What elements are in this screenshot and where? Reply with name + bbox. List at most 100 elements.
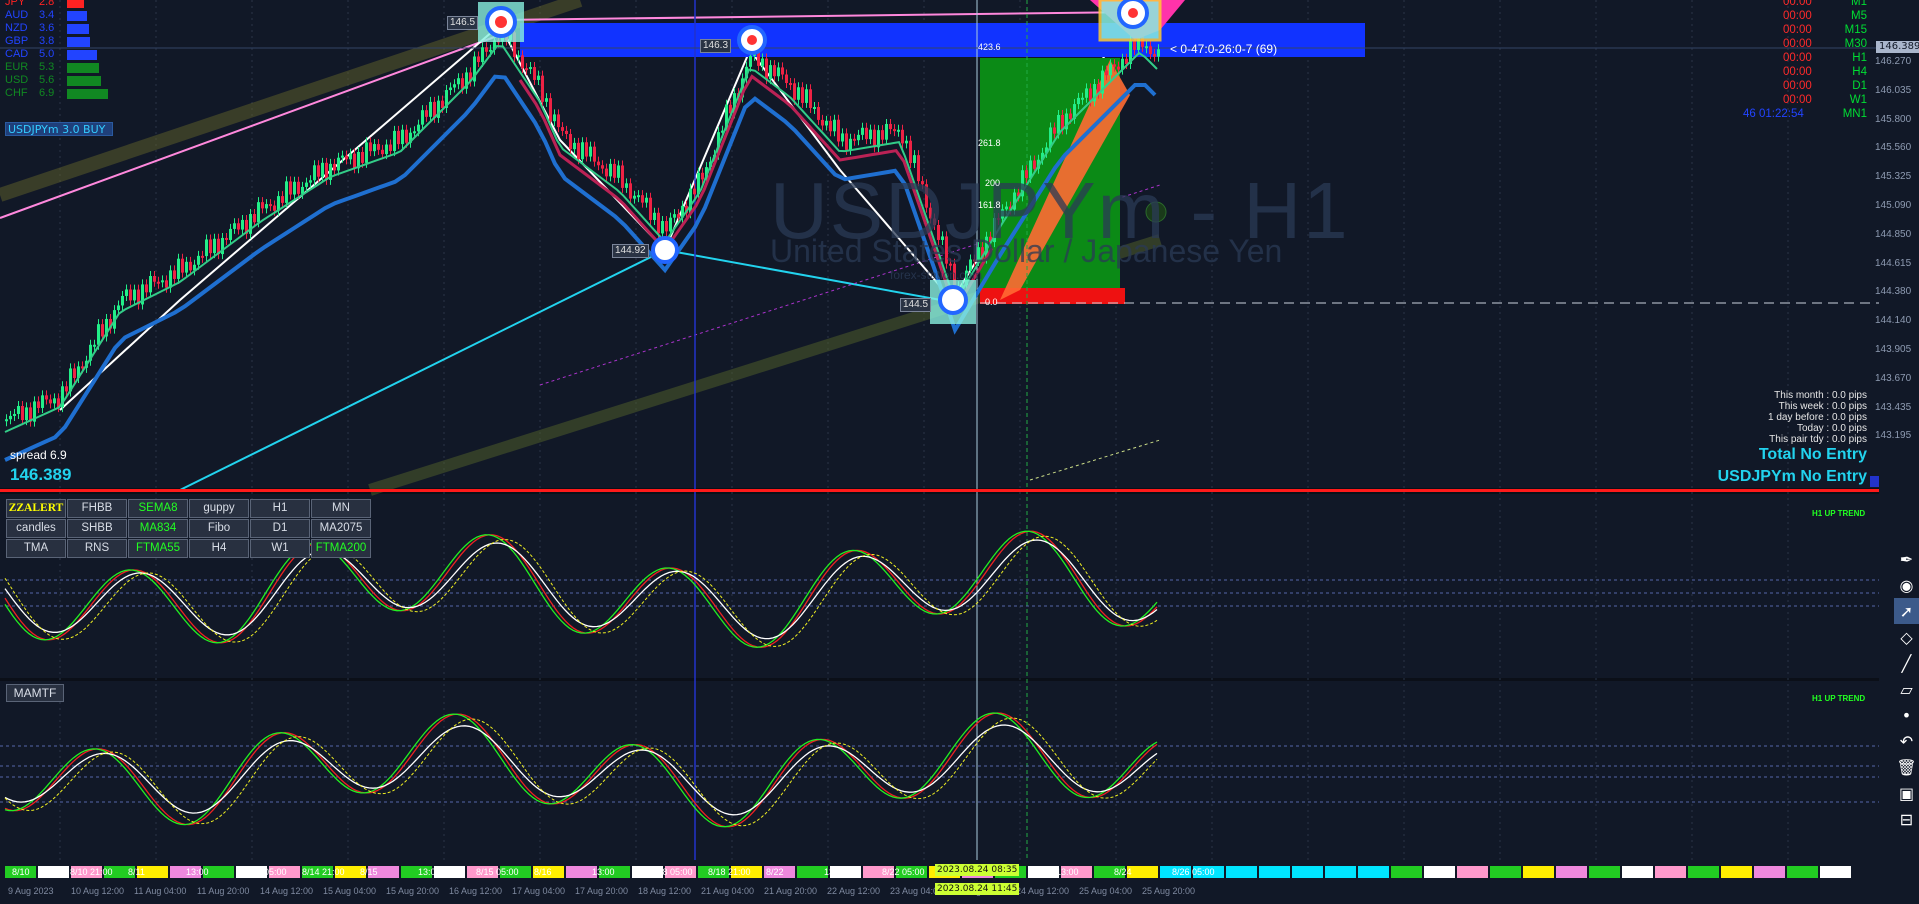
ruler-icon[interactable]: ▱ <box>1894 676 1919 702</box>
price-tick: 143.905 <box>1875 344 1912 355</box>
fib-label: 200 <box>985 178 1001 188</box>
date-tick: 14 Aug 12:00 <box>260 886 314 896</box>
session-segment <box>38 866 69 878</box>
strength-bar <box>67 37 90 47</box>
indicator-button-ftma200[interactable]: FTMA200 <box>311 539 371 558</box>
trash-icon[interactable]: 🗑 <box>1894 754 1919 780</box>
signal-badge[interactable]: USDJPYm 3.0 BUY <box>5 122 113 136</box>
cursor-icon[interactable]: ➚ <box>1894 598 1919 624</box>
stat-line: This pair tdy : 0.0 pips <box>1769 434 1867 445</box>
session-segment <box>1589 866 1620 878</box>
strength-value: 3.4 <box>39 9 55 21</box>
trend-label-2: H1 UP TREND <box>1812 694 1866 703</box>
session-segment <box>1259 866 1290 878</box>
drawing-toolbar: ✒ ◉ ➚ ◇ ╱ ▱ • ↶ 🗑 ▣ ⊟ <box>1894 546 1919 832</box>
date-tick: 11 Aug 20:00 <box>197 886 250 896</box>
fib-label: 261.8 <box>978 138 1001 148</box>
timeframe-row: 00:00 H1 <box>1783 51 1867 66</box>
session-segment <box>1622 866 1653 878</box>
session-segment <box>1424 866 1455 878</box>
timeframe-name: W1 <box>1849 94 1867 106</box>
eye-icon[interactable]: ◉ <box>1894 572 1919 598</box>
indicator-button-w1[interactable]: W1 <box>250 539 310 558</box>
price-tick: 145.325 <box>1875 171 1912 183</box>
strength-bar <box>67 50 97 60</box>
eraser-icon[interactable]: ◇ <box>1894 624 1919 650</box>
swing-price-label: 146.3 <box>700 39 732 53</box>
lock-icon[interactable]: ⊟ <box>1894 806 1919 832</box>
strength-bar <box>67 0 84 8</box>
indicator-button-fibo[interactable]: Fibo <box>189 519 249 538</box>
red-level-line <box>0 489 1879 492</box>
indicator-button-shbb[interactable]: SHBB <box>67 519 127 538</box>
timeframe-row: 46 01:22:54 MN1 <box>1743 107 1867 122</box>
session-label: 8/22 05:00 <box>882 867 925 877</box>
dot-icon[interactable]: • <box>1894 702 1919 728</box>
indicator-button-ma834[interactable]: MA834 <box>128 519 188 538</box>
strength-row: CAD 5.0 <box>5 48 97 61</box>
strength-row: EUR 5.3 <box>5 61 99 74</box>
swing-price-label: 144.92 <box>612 244 649 258</box>
undo-icon[interactable]: ↶ <box>1894 728 1919 754</box>
session-label: 13:00 <box>824 867 847 877</box>
session-label: 8/14 21:00 <box>302 867 345 877</box>
date-tick: 21 Aug 20:00 <box>764 886 818 896</box>
timeframe-time: 00:00 <box>1783 80 1812 92</box>
indicator-button-sema8[interactable]: SEMA8 <box>128 499 188 518</box>
date-tick: 25 Aug 04:00 <box>1079 886 1133 896</box>
timeframe-time: 00:00 <box>1783 52 1812 64</box>
osc2-red-line <box>4 712 1158 828</box>
strength-row: JPY 2.8 <box>5 0 84 9</box>
session-segment <box>1688 866 1719 878</box>
indicator-button-tma[interactable]: TMA <box>6 539 66 558</box>
strength-bar <box>67 11 88 21</box>
strength-row: CHF 6.9 <box>5 87 109 100</box>
session-label: 13:00 <box>418 867 441 877</box>
indicator-button-rns[interactable]: RNS <box>67 539 127 558</box>
strength-value: 3.6 <box>39 22 55 34</box>
indicator-button-candles[interactable]: candles <box>6 519 66 538</box>
mamtf-button[interactable]: MAMTF <box>6 684 64 702</box>
line-icon[interactable]: ╱ <box>1894 650 1919 676</box>
session-segment <box>1457 866 1488 878</box>
indicator-button-zzalert[interactable]: ZZALERT <box>6 499 66 518</box>
strength-row: GBP 3.8 <box>5 35 90 48</box>
date-tick: 15 Aug 20:00 <box>386 886 440 896</box>
stat-line: This month : 0.0 pips <box>1774 390 1867 401</box>
chart-canvas[interactable] <box>0 0 1919 904</box>
session-segment <box>1325 866 1356 878</box>
osc2-white-line <box>4 724 1158 816</box>
date-tick: 10 Aug 12:00 <box>71 886 125 896</box>
session-label: 8/26 05:00 <box>1172 867 1215 877</box>
indicator-button-h1[interactable]: H1 <box>250 499 310 518</box>
indicator-button-ma2075[interactable]: MA2075 <box>311 519 371 538</box>
stat-line: 1 day before : 0.0 pips <box>1768 412 1867 423</box>
crosshair-date-2: 2023.08.24 11:45 <box>935 883 1020 895</box>
strength-bar <box>67 89 109 99</box>
session-segment <box>1721 866 1752 878</box>
timeframe-time: 00:00 <box>1783 94 1812 106</box>
indicator-button-ftma55[interactable]: FTMA55 <box>128 539 188 558</box>
trend-label-1: H1 UP TREND <box>1812 509 1866 518</box>
price-tick: 146.035 <box>1875 84 1912 96</box>
pen-icon[interactable]: ✒ <box>1894 546 1919 572</box>
strength-value: 6.9 <box>39 87 55 99</box>
session-segment <box>1754 866 1785 878</box>
date-tick: 21 Aug 04:00 <box>701 886 755 896</box>
indicator-button-h4[interactable]: H4 <box>189 539 249 558</box>
session-segment <box>1226 866 1257 878</box>
stat-line: This week : 0.0 pips <box>1778 401 1867 412</box>
indicator-button-mn[interactable]: MN <box>311 499 371 518</box>
indicator-button-d1[interactable]: D1 <box>250 519 310 538</box>
timeframe-name: H1 <box>1852 52 1867 64</box>
camera-icon[interactable]: ▣ <box>1894 780 1919 806</box>
timeframe-name: M15 <box>1844 24 1867 36</box>
session-segment <box>1358 866 1389 878</box>
session-segment <box>1292 866 1323 878</box>
indicator-button-guppy[interactable]: guppy <box>189 499 249 518</box>
indicator-button-fhbb[interactable]: FHBB <box>67 499 127 518</box>
crosshair-date: 2023.08.24 08:35 <box>935 864 1020 876</box>
timeframe-row: 00:00 M5 <box>1783 9 1867 24</box>
bid-price: 146.389 <box>10 465 72 484</box>
session-label: 8/15 05:00 <box>244 867 287 877</box>
